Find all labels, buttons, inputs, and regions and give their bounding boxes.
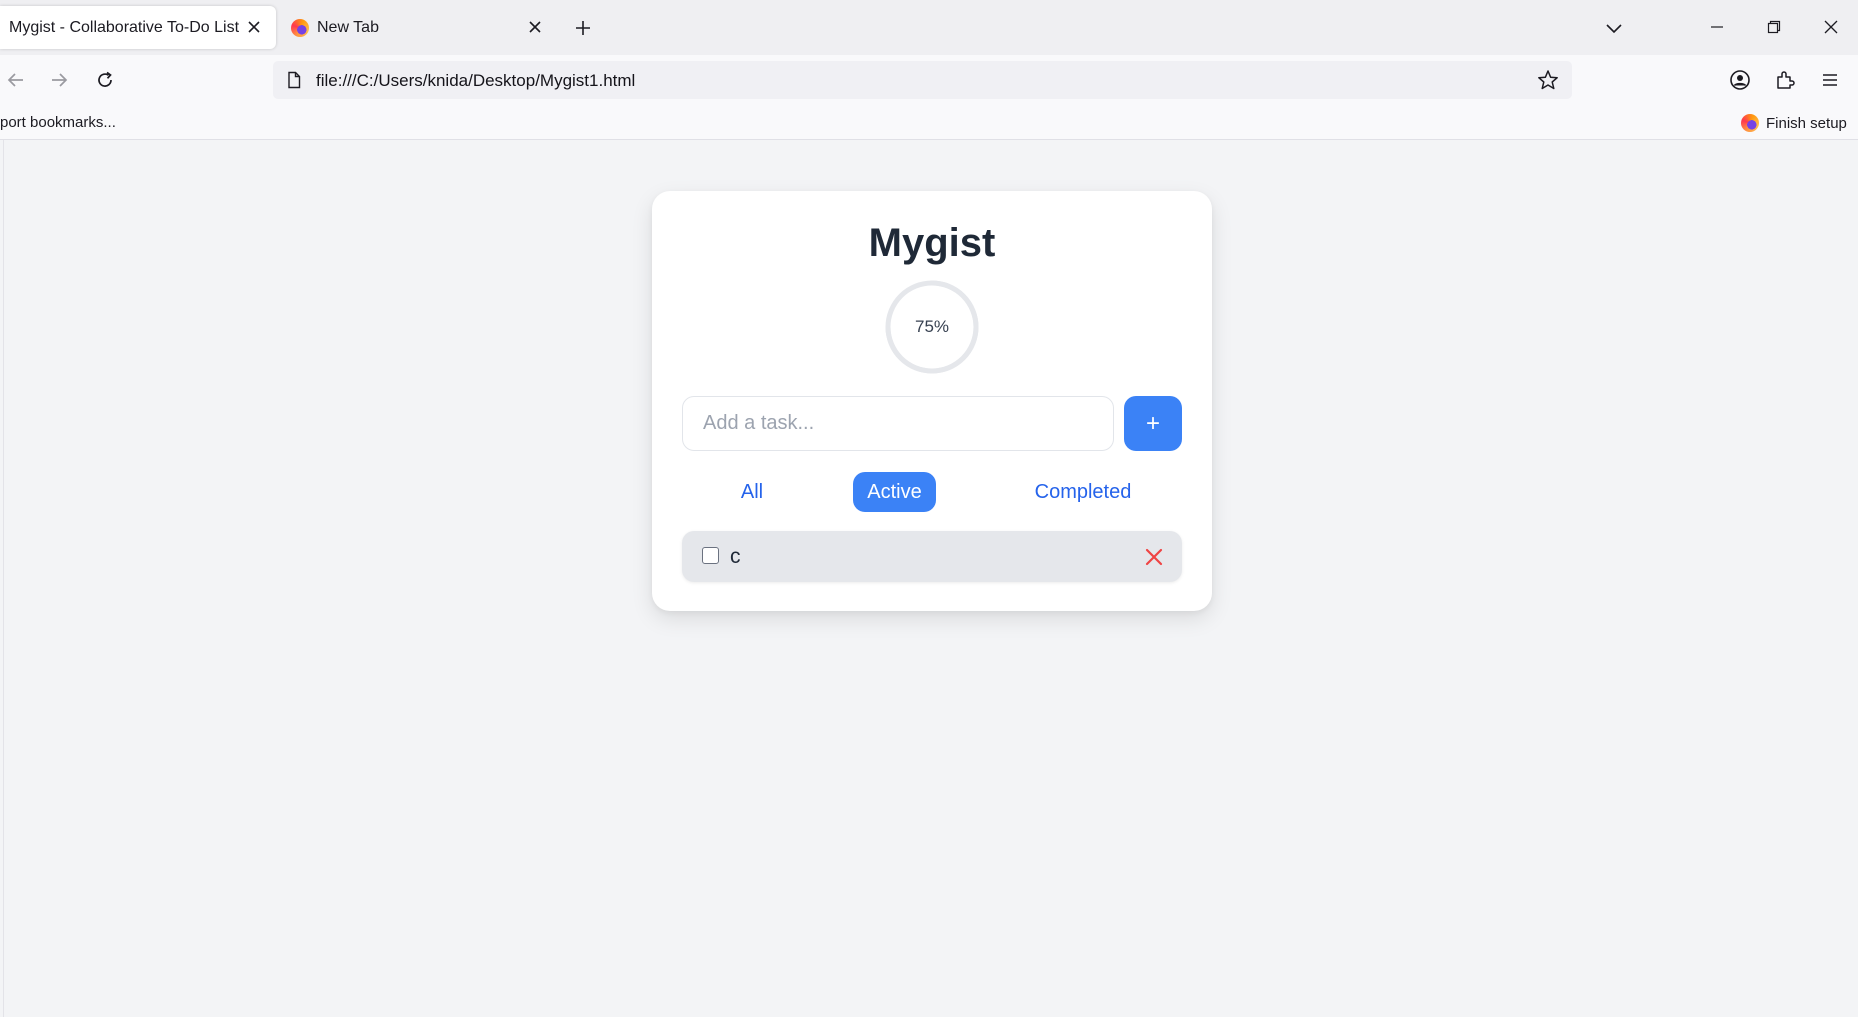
hamburger-menu-icon[interactable] (1817, 67, 1843, 93)
task-item: c (682, 531, 1182, 582)
close-x-icon[interactable] (1142, 545, 1166, 569)
task-checkbox[interactable] (702, 547, 719, 564)
finish-setup-link[interactable]: Finish setup (1741, 114, 1847, 132)
restore-icon[interactable] (1761, 14, 1787, 40)
close-tab-icon[interactable] (243, 16, 265, 38)
todo-card: Mygist 75% + All Active Completed c (652, 191, 1212, 611)
new-tab-plus-icon[interactable] (571, 16, 595, 40)
list-all-tabs-chevron-icon[interactable] (1602, 16, 1626, 40)
task-text: c (730, 545, 741, 568)
minimize-icon[interactable] (1704, 14, 1730, 40)
account-icon[interactable] (1727, 67, 1753, 93)
page-icon (285, 71, 303, 89)
filter-all[interactable]: All (722, 472, 782, 512)
add-task-button[interactable]: + (1124, 396, 1182, 451)
tab-bar: Mygist - Collaborative To-Do List New Ta… (0, 0, 1858, 55)
back-arrow-icon[interactable] (2, 66, 30, 94)
close-window-icon[interactable] (1818, 14, 1844, 40)
url-text[interactable]: file:///C:/Users/knida/Desktop/Mygist1.h… (316, 71, 635, 91)
finish-setup-label: Finish setup (1766, 114, 1847, 132)
forward-arrow-icon[interactable] (45, 66, 73, 94)
import-bookmarks-link[interactable]: port bookmarks... (0, 114, 116, 131)
tab-mygist[interactable]: Mygist - Collaborative To-Do List (0, 6, 276, 49)
progress-percent: 75% (914, 317, 950, 336)
close-tab-icon[interactable] (524, 16, 546, 38)
extensions-puzzle-icon[interactable] (1772, 67, 1798, 93)
bookmarks-toolbar: port bookmarks... Finish setup (0, 105, 1858, 140)
tab-title: Mygist - Collaborative To-Do List (9, 19, 240, 36)
app-title: Mygist (868, 221, 996, 265)
firefox-icon (291, 19, 309, 37)
navigation-toolbar: file:///C:/Users/knida/Desktop/Mygist1.h… (0, 55, 1858, 105)
address-bar[interactable]: file:///C:/Users/knida/Desktop/Mygist1.h… (273, 61, 1572, 99)
tab-new-tab[interactable]: New Tab (276, 6, 556, 49)
filter-completed[interactable]: Completed (1023, 472, 1143, 512)
add-task-input[interactable] (682, 396, 1114, 451)
reload-icon[interactable] (91, 66, 119, 94)
tab-title: New Tab (317, 19, 379, 36)
bookmark-star-icon[interactable] (1537, 69, 1559, 91)
firefox-icon (1741, 114, 1759, 132)
filter-active[interactable]: Active (853, 472, 936, 512)
